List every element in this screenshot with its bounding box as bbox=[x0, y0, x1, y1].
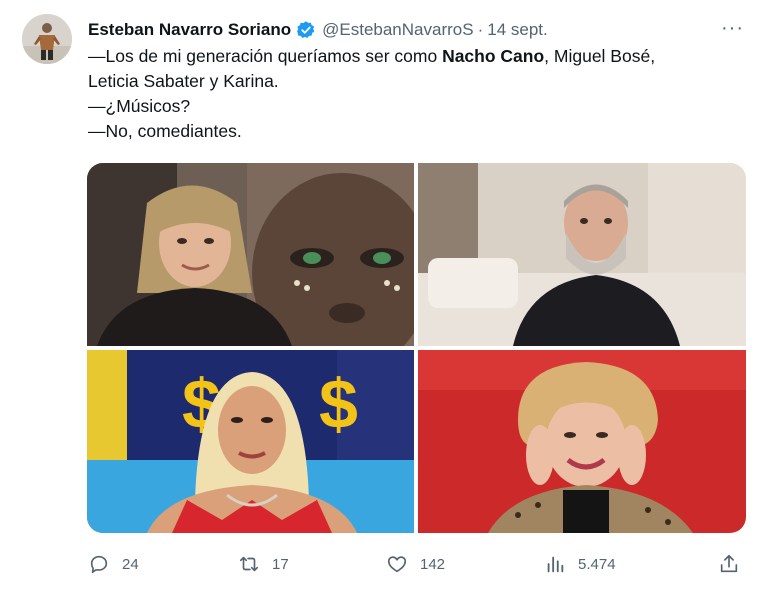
tweet-actions-bar: 24 17 142 5.474 bbox=[88, 550, 748, 578]
text-segment: —Los de mi generación queríamos ser como bbox=[88, 46, 443, 66]
retweet-count: 17 bbox=[272, 555, 289, 573]
verified-badge-icon bbox=[296, 20, 316, 40]
tweet-text: —Los de mi generación queríamos ser como… bbox=[88, 44, 738, 144]
tweet-text-line-4: —No, comediantes. bbox=[88, 121, 242, 141]
photo-woman-dollar-signs[interactable]: $ $ bbox=[87, 350, 414, 533]
more-options-icon[interactable]: ··· bbox=[721, 17, 744, 39]
reply-button[interactable]: 24 bbox=[88, 550, 139, 578]
tweet-text-line-1: —Los de mi generación queríamos ser como… bbox=[88, 44, 738, 69]
author-name[interactable]: Esteban Navarro Soriano bbox=[88, 20, 291, 40]
share-icon bbox=[720, 554, 738, 573]
tweet-text-line-3: —¿Músicos? bbox=[88, 96, 191, 116]
views-chart-icon bbox=[547, 556, 564, 573]
retweet-button[interactable]: 17 bbox=[238, 550, 289, 578]
tweet-date[interactable]: 14 sept. bbox=[487, 20, 548, 40]
like-button[interactable]: 142 bbox=[386, 550, 445, 578]
author-avatar[interactable] bbox=[22, 14, 72, 64]
heart-icon bbox=[387, 556, 407, 573]
reply-icon bbox=[90, 555, 108, 574]
photo-bearded-man[interactable] bbox=[418, 163, 746, 346]
tweet-header: Esteban Navarro Soriano @EstebanNavarroS… bbox=[88, 17, 748, 43]
retweet-icon bbox=[239, 556, 259, 572]
separator-dot: · bbox=[477, 20, 484, 39]
photo-smiling-woman[interactable] bbox=[418, 350, 746, 533]
views-count: 5.474 bbox=[578, 555, 616, 573]
share-button[interactable] bbox=[718, 550, 740, 578]
reply-count: 24 bbox=[122, 555, 139, 573]
svg-text:$: $ bbox=[319, 365, 358, 443]
tweet-text-line-2: Leticia Sabater y Karina. bbox=[88, 71, 279, 91]
media-grid: $ $ bbox=[87, 163, 746, 533]
tweet-card[interactable]: Esteban Navarro Soriano @EstebanNavarroS… bbox=[0, 0, 768, 595]
like-count: 142 bbox=[420, 555, 446, 573]
views-button[interactable]: 5.474 bbox=[544, 550, 616, 578]
text-segment: , Miguel Bosé, bbox=[544, 46, 656, 66]
text-bold-name: Nacho Cano bbox=[442, 46, 545, 66]
photo-man-long-hair[interactable] bbox=[87, 163, 414, 346]
author-handle[interactable]: @EstebanNavarroS bbox=[322, 20, 473, 40]
